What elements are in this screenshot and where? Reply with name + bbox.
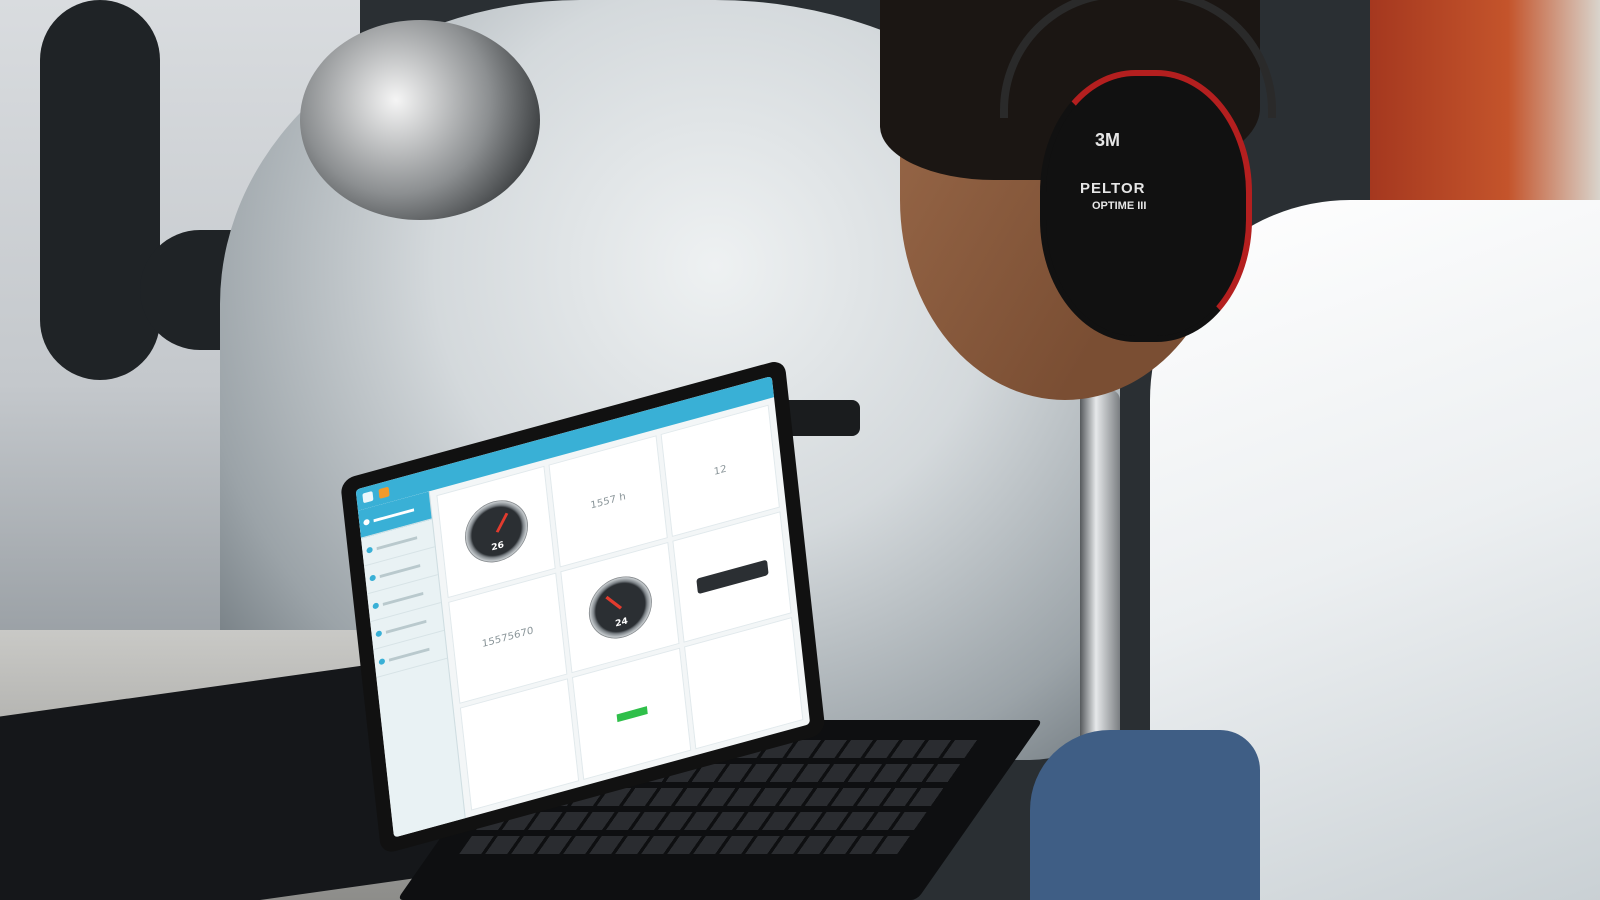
sidebar-dot xyxy=(363,518,370,526)
sidebar-label xyxy=(376,535,418,550)
steel-pole xyxy=(1080,390,1120,770)
gauge-needle xyxy=(495,513,508,534)
earmuff-model-text: PELTOR xyxy=(1080,180,1146,197)
key-row xyxy=(459,836,912,854)
engine-hose xyxy=(40,0,160,380)
tile-value: 1557 h xyxy=(589,491,627,512)
earmuff-brand-text: 3M xyxy=(1095,130,1121,150)
sidebar-label xyxy=(388,647,430,662)
tile-value: 15575670 xyxy=(481,625,535,651)
sidebar-label xyxy=(385,619,427,634)
sidebar-label xyxy=(382,591,424,606)
gauge: 26 xyxy=(461,493,531,571)
sidebar-dot xyxy=(372,602,380,610)
engine-room-photo: 3M PELTOR OPTIME III 26 1557 h 12 155756… xyxy=(0,0,1600,900)
sidebar-label xyxy=(373,507,415,522)
exhaust-elbow xyxy=(300,20,540,220)
gauge-needle xyxy=(604,595,622,610)
sidebar-dot xyxy=(375,630,383,638)
person-jeans xyxy=(1030,730,1260,900)
gauge: 24 xyxy=(585,569,655,646)
sidebar-label xyxy=(379,563,421,578)
gauge-value: 24 xyxy=(614,616,629,630)
key-row xyxy=(475,812,929,830)
sidebar-dot xyxy=(366,546,373,554)
earmuff-sub-text: OPTIME III xyxy=(1092,200,1147,212)
sidebar-dot xyxy=(378,657,386,666)
tile-value: 12 xyxy=(713,463,728,478)
gauge-value: 26 xyxy=(490,540,505,554)
menu-icon[interactable] xyxy=(362,490,374,504)
status-button[interactable] xyxy=(616,705,648,722)
settings-icon[interactable] xyxy=(378,486,390,499)
sidebar-dot xyxy=(369,574,377,582)
bar-widget xyxy=(695,559,769,595)
